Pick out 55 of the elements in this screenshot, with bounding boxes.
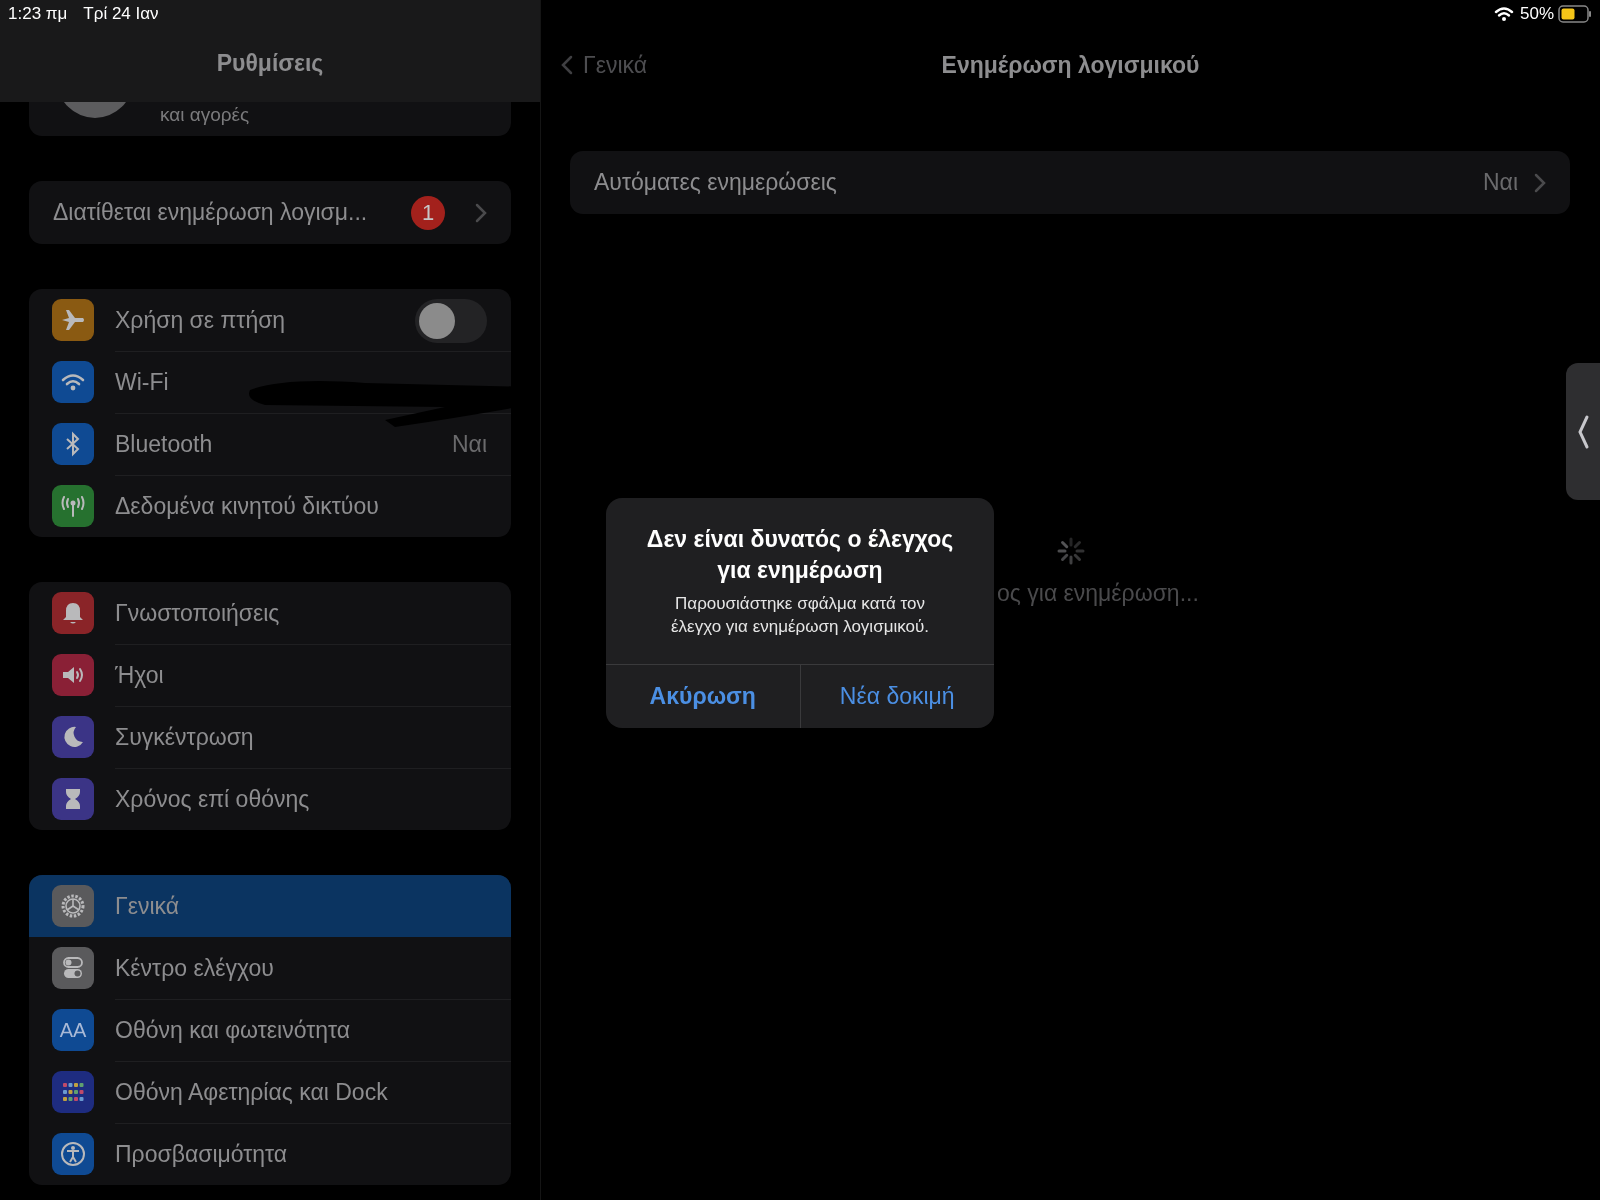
- gear-icon: [59, 892, 87, 920]
- row-label: Συγκέντρωση: [115, 724, 255, 751]
- chevron-icon: [1576, 413, 1590, 450]
- toggle-switch[interactable]: [415, 298, 487, 343]
- settings-row[interactable]: Ήχοι: [29, 644, 511, 706]
- row-label: Αυτόματες ενημερώσεις: [594, 169, 838, 196]
- settings-row[interactable]: Συγκέντρωση: [29, 706, 511, 768]
- row-label: Κέντρο ελέγχου: [115, 955, 275, 982]
- settings-row[interactable]: AA Οθόνη και φωτεινότητα: [29, 999, 511, 1061]
- chevron-icon: [1534, 172, 1546, 193]
- row-label: Wi-Fi: [115, 369, 170, 396]
- status-text: ος για ενημέρωση...: [997, 580, 1199, 607]
- retry-button[interactable]: Νέα δοκιμή: [799, 665, 994, 728]
- settings-row[interactable]: Οθόνη Αφετηρίας και Dock: [29, 1061, 511, 1123]
- row-label: Bluetooth: [115, 431, 214, 458]
- accessibility-icon: [59, 1140, 87, 1168]
- row-value: Ναι: [451, 431, 487, 458]
- settings-row[interactable]: Χρήση σε πτήση: [29, 289, 511, 351]
- back-icon: [561, 55, 573, 75]
- count-badge: 1: [411, 195, 445, 230]
- settings-row[interactable]: Κέντρο ελέγχου: [29, 937, 511, 999]
- settings-row[interactable]: Αυτόματες ενημερώσεις Ναι: [570, 151, 1570, 214]
- side-tab[interactable]: [1566, 363, 1600, 500]
- spinner-icon: [1056, 536, 1086, 566]
- profile-subtitle: και αγορές: [160, 103, 250, 127]
- row-label: Χρόνος επί οθόνης: [115, 786, 311, 813]
- row-label: Οθόνη και φωτεινότητα: [115, 1017, 352, 1044]
- battery-percent: 50%: [1519, 4, 1554, 24]
- settings-row[interactable]: Δεδομένα κινητού δικτύου: [29, 475, 511, 537]
- row-label: Χρήση σε πτήση: [115, 307, 287, 334]
- settings-row[interactable]: Γνωστοποιήσεις: [29, 582, 511, 644]
- row-label: Δεδομένα κινητού δικτύου: [115, 493, 380, 520]
- row-label: Γενικά: [115, 893, 181, 920]
- settings-row[interactable]: Προσβασιμότητα: [29, 1123, 511, 1185]
- row-label: Προσβασιμότητα: [115, 1141, 289, 1168]
- settings-row[interactable]: Χρόνος επί οθόνης: [29, 768, 511, 830]
- row-value: Ναι: [1482, 169, 1518, 196]
- text-size-icon: AA: [59, 1018, 87, 1042]
- update-banner[interactable]: Διατίθεται ενημέρωση λογισμ... 1: [29, 181, 511, 244]
- battery-icon: [1558, 5, 1592, 23]
- alert-message: Παρουσιάστηκε σφάλμα κατά τον έλεγχο για ενημέρωση λογισμικού.: [670, 593, 930, 638]
- row-label: Οθόνη Αφετηρίας και Dock: [115, 1079, 389, 1106]
- wifi-icon: [1493, 6, 1514, 22]
- status-date: Τρί 24 Ιαν: [83, 4, 159, 24]
- update-label: Διατίθεται ενημέρωση λογισμ...: [53, 199, 369, 226]
- row-label: Γνωστοποιήσεις: [115, 600, 281, 627]
- profile-card[interactable]: και αγορές: [29, 102, 511, 136]
- row-label: Ήχοι: [115, 662, 165, 689]
- sidebar-title: Ρυθμίσεις: [216, 50, 324, 78]
- page-title: Ενημέρωση λογισμικού: [941, 51, 1200, 79]
- cancel-button[interactable]: Ακύρωση: [606, 665, 800, 728]
- status-time: 1:23 πμ: [8, 4, 68, 24]
- chevron-icon: [475, 202, 487, 223]
- alert-title: Δεν είναι δυνατός ο έλεγχος για ενημέρωση: [645, 525, 955, 585]
- settings-row[interactable]: Γενικά: [29, 875, 511, 937]
